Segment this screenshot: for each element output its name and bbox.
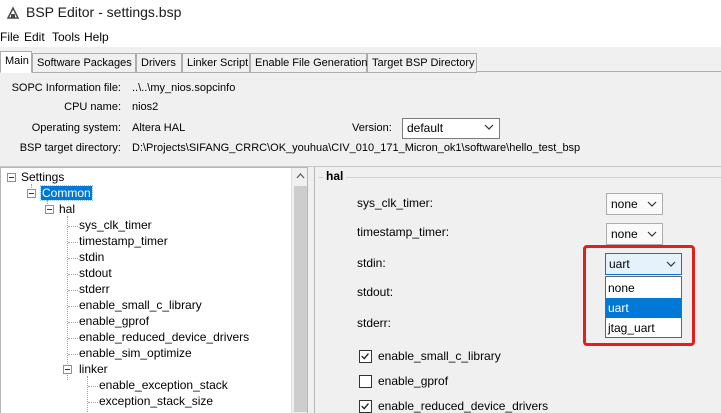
tree-connector — [68, 226, 78, 227]
tab-enable-file-generation[interactable]: Enable File Generation — [250, 53, 368, 73]
collapse-icon[interactable] — [45, 205, 54, 214]
stdin-label: stdin: — [357, 256, 386, 270]
tree-connector — [87, 376, 88, 413]
tab-software-packages[interactable]: Software Packages — [32, 53, 136, 73]
bsp-dir-label: BSP target directory: — [19, 142, 121, 154]
chevron-down-icon — [647, 231, 657, 237]
stdin-select-value: uart — [609, 257, 630, 271]
checkmark-icon — [361, 403, 369, 410]
tree-item-enable-exception-stack[interactable]: enable_exception_stack — [99, 378, 228, 394]
menu-edit[interactable]: Edit — [24, 30, 45, 44]
os-value: Altera HAL — [132, 122, 186, 134]
chevron-down-icon — [484, 124, 494, 130]
stdin-options-list: none uart jtag_uart — [605, 276, 682, 338]
menu-tools[interactable]: Tools — [52, 30, 80, 44]
stdin-option-uart[interactable]: uart — [606, 298, 681, 318]
tree-connector — [68, 290, 78, 291]
sopc-info-value: ..\..\my_nios.sopcinfo — [132, 82, 236, 94]
menu-help[interactable]: Help — [84, 30, 109, 44]
tree-item-exception-stack-size[interactable]: exception_stack_size — [99, 394, 213, 410]
checkbox-box[interactable] — [359, 400, 372, 413]
window-title: BSP Editor - settings.bsp — [26, 4, 182, 20]
stdout-label: stdout: — [357, 285, 394, 299]
timestamp-timer-select[interactable]: none — [606, 223, 663, 245]
tab-drivers[interactable]: Drivers — [136, 53, 182, 73]
version-select[interactable]: default — [402, 118, 500, 139]
menu-file[interactable]: File — [0, 30, 19, 44]
chevron-down-icon — [666, 261, 676, 267]
tree-connector — [68, 274, 78, 275]
checkmark-icon — [361, 353, 369, 360]
checkbox-box[interactable] — [359, 375, 372, 388]
collapse-icon[interactable] — [7, 173, 16, 182]
tree-item-enable-sim-optimize[interactable]: enable_sim_optimize — [79, 346, 192, 362]
tab-target-bsp-directory[interactable]: Target BSP Directory — [367, 53, 477, 73]
cpu-name-label: CPU name: — [64, 101, 121, 113]
settings-tree[interactable]: Settings Common hal sys_clk_timer timest… — [0, 167, 308, 413]
tree-connector — [88, 402, 98, 403]
sys-clk-timer-select[interactable]: none — [606, 193, 663, 215]
sys-clk-timer-value: none — [611, 197, 638, 211]
tree-item-timestamp-timer[interactable]: timestamp_timer — [79, 234, 168, 250]
tree-connector — [88, 386, 98, 387]
tree-connector — [68, 258, 78, 259]
tree-connector — [68, 306, 78, 307]
scroll-thumb[interactable] — [294, 186, 307, 412]
tree-connector — [68, 354, 78, 355]
sopc-info-label: SOPC Information file: — [11, 82, 121, 94]
stdin-option-jtag-uart[interactable]: jtag_uart — [606, 318, 681, 338]
tree-item-stderr[interactable]: stderr — [79, 282, 110, 298]
tree-item-stdin[interactable]: stdin — [79, 250, 104, 266]
tree-item-enable-reduced-device-drivers[interactable]: enable_reduced_device_drivers — [79, 330, 249, 346]
tree-connector — [67, 216, 68, 380]
tab-linker-script[interactable]: Linker Script — [182, 53, 250, 73]
version-label: Version: — [352, 122, 392, 134]
cpu-name-value: nios2 — [132, 101, 159, 113]
timestamp-timer-value: none — [611, 227, 638, 241]
scroll-up-icon[interactable] — [292, 168, 308, 185]
checkbox-box[interactable] — [359, 350, 372, 363]
group-divider — [319, 177, 721, 178]
version-select-value: default — [407, 121, 444, 135]
tree-scrollbar[interactable] — [291, 168, 308, 413]
tab-main[interactable]: Main — [0, 51, 32, 73]
title-bar: BSP Editor - settings.bsp — [0, 0, 721, 27]
tree-item-common-label: Common — [40, 185, 93, 201]
tree-item-enable-small-c-library[interactable]: enable_small_c_library — [79, 298, 202, 314]
tree-item-enable-gprof[interactable]: enable_gprof — [79, 314, 149, 330]
collapse-icon[interactable] — [27, 189, 36, 198]
bsp-info-panel: SOPC Information file: ..\..\my_nios.sop… — [0, 73, 721, 165]
timestamp-timer-label: timestamp_timer: — [357, 225, 450, 239]
tree-connector — [68, 322, 78, 323]
collapse-icon[interactable] — [63, 365, 72, 374]
stdin-select[interactable]: uart — [605, 253, 682, 275]
tab-strip: Main Software Packages Drivers Linker Sc… — [0, 51, 721, 73]
tree-connector — [68, 242, 78, 243]
os-label: Operating system: — [31, 122, 121, 134]
tree-connector — [68, 338, 78, 339]
sys-clk-timer-label: sys_clk_timer: — [357, 196, 434, 210]
stderr-label: stderr: — [357, 316, 392, 330]
tree-item-stdout[interactable]: stdout — [79, 266, 112, 282]
app-icon — [6, 6, 20, 19]
bsp-dir-value: D:\Projects\SIFANG_CRRC\OK_youhua\CIV_01… — [132, 142, 581, 154]
tree-item-sys-clk-timer[interactable]: sys_clk_timer — [79, 218, 152, 234]
stdin-option-none[interactable]: none — [606, 278, 681, 298]
chevron-down-icon — [647, 201, 657, 207]
group-title: hal — [323, 169, 347, 183]
menu-bar: File Edit Tools Help — [0, 27, 721, 47]
